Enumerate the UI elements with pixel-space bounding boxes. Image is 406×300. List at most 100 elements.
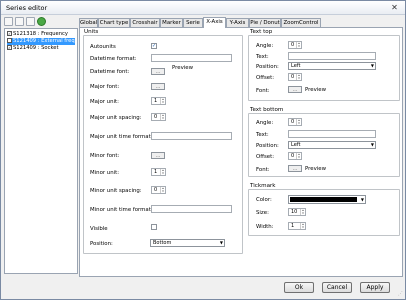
series-label: S121318 : Frequency [13, 31, 68, 37]
spin-arrows-icon[interactable]: ▴ ▾ [160, 169, 165, 175]
text-top-angle-value: 0 [291, 42, 295, 48]
text-top-position-label: Position: [256, 64, 279, 70]
autounits-checkbox[interactable]: ✓ [151, 43, 157, 49]
text-bottom-offset-label: Offset: [256, 154, 275, 160]
spin-arrows-icon[interactable]: ▴ ▾ [160, 98, 165, 104]
text-top-text-label: Text: [256, 54, 269, 60]
datetime-format-label: Datetime format: [90, 56, 137, 62]
tab-zoomcontrol[interactable]: ZoomControl [281, 18, 321, 27]
tickmark-size-value: 10 [291, 209, 298, 215]
text-bottom-angle-label: Angle: [256, 120, 274, 126]
visible-checkbox[interactable] [151, 224, 157, 230]
resize-grip-icon[interactable]: ⋰ [398, 291, 403, 297]
minor-unit-spacing-stepper[interactable]: 0 ▴ ▾ [151, 186, 166, 194]
text-bottom-position-select[interactable]: Left ▼ [288, 141, 376, 149]
tab-global[interactable]: Global [79, 18, 98, 27]
series-toolbar [4, 16, 79, 27]
spin-arrows-icon[interactable]: ▴ ▾ [160, 114, 165, 120]
chevron-down-icon: ▼ [219, 240, 223, 245]
series-item[interactable]: ✓ S121318 : Frequency [7, 31, 68, 38]
tab-marker[interactable]: Marker [160, 18, 183, 27]
major-unit-spacing-stepper[interactable]: 0 ▴ ▾ [151, 113, 166, 121]
tab-pie-donut[interactable]: Pie / Donut [249, 18, 281, 27]
series-label: S121409 : Socket [13, 45, 59, 51]
text-top-offset-label: Offset: [256, 75, 275, 81]
add-series-button[interactable] [4, 17, 13, 26]
color-swatch [290, 197, 357, 202]
spin-arrows-icon[interactable]: ▴ ▾ [300, 223, 305, 229]
text-bottom-text-label: Text: [256, 132, 269, 138]
tickmark-size-stepper[interactable]: 10 ▴ ▾ [288, 208, 306, 216]
text-bottom-font-button[interactable]: ... [288, 165, 302, 172]
text-bottom-offset-stepper[interactable]: 0 ▴ ▾ [288, 152, 302, 160]
series-checkbox[interactable]: ✓ [7, 45, 12, 50]
cancel-button[interactable]: Cancel [322, 282, 352, 293]
tickmark-width-stepper[interactable]: 1 ▴ ▾ [288, 222, 306, 230]
position-select[interactable]: Bottom ▼ [150, 239, 225, 247]
text-top-position-value: Left [291, 63, 301, 69]
text-bottom-text-input[interactable] [288, 130, 376, 138]
spin-arrows-icon[interactable]: ▴ ▾ [296, 42, 301, 48]
tab-chart-type[interactable]: Chart type [98, 18, 130, 27]
minor-font-label: Minor font: [90, 153, 120, 159]
text-bottom-position-label: Position: [256, 143, 279, 149]
chevron-down-icon: ▼ [370, 63, 374, 68]
series-checkbox[interactable]: ✓ [7, 31, 12, 36]
series-label: S121409 : External freq [13, 38, 75, 44]
text-bottom-font-label: Font: [256, 167, 270, 173]
tickmark-size-label: Size: [256, 210, 269, 216]
series-item[interactable]: ✓ S121409 : Socket [7, 45, 59, 52]
ok-button[interactable]: Ok [284, 282, 314, 293]
text-top-font-button[interactable]: ... [288, 86, 302, 93]
spin-arrows-icon[interactable]: ▴ ▾ [160, 187, 165, 193]
tab-x-axis[interactable]: X-Axis [203, 17, 226, 28]
minor-unit-label: Minor unit: [90, 170, 120, 176]
tab-strip: Global Chart type Crosshair Marker Serie… [79, 17, 403, 28]
series-checkbox[interactable]: ✓ [7, 38, 12, 43]
tickmark-color-select[interactable]: ▼ [288, 195, 366, 204]
minor-unit-stepper[interactable]: 1 ▴ ▾ [151, 168, 166, 176]
minor-font-button[interactable]: ... [151, 152, 165, 159]
spin-arrows-icon[interactable]: ▴ ▾ [296, 74, 301, 80]
position-value: Bottom [153, 240, 172, 246]
chevron-down-icon: ▼ [370, 142, 374, 147]
text-top-offset-stepper[interactable]: 0 ▴ ▾ [288, 73, 302, 81]
series-item[interactable]: ✓ S121409 : External freq [7, 38, 75, 45]
text-top-position-select[interactable]: Left ▼ [288, 62, 376, 70]
refresh-icon[interactable] [37, 17, 46, 26]
apply-button[interactable]: Apply [360, 282, 390, 293]
major-unit-value: 1 [154, 98, 158, 104]
autounits-label: Autounits [90, 44, 116, 50]
text-bottom-angle-value: 0 [291, 119, 295, 125]
edit-series-button[interactable] [26, 17, 35, 26]
position-label: Position: [90, 241, 113, 247]
tab-y-axis[interactable]: Y-Axis [226, 18, 249, 27]
spin-arrows-icon[interactable]: ▴ ▾ [296, 119, 301, 125]
tickmark-width-value: 1 [291, 223, 295, 229]
text-top-preview: Preview [305, 87, 326, 93]
datetime-font-label: Datetime font: [90, 69, 130, 75]
major-font-button[interactable]: ... [151, 83, 165, 90]
text-top-text-input[interactable] [288, 52, 376, 60]
spin-arrows-icon[interactable]: ▴ ▾ [300, 209, 305, 215]
close-icon[interactable]: ✕ [390, 3, 399, 12]
major-unit-time-format-label: Major unit time format: [90, 134, 153, 140]
remove-series-button[interactable] [15, 17, 24, 26]
major-unit-time-format-input[interactable] [151, 132, 232, 140]
minor-unit-value: 1 [154, 169, 158, 175]
datetime-font-button[interactable]: ... [151, 68, 165, 75]
text-bottom-angle-stepper[interactable]: 0 ▴ ▾ [288, 118, 302, 126]
minor-unit-time-format-input[interactable] [151, 205, 232, 213]
datetime-format-input[interactable] [151, 54, 232, 62]
text-top-angle-stepper[interactable]: 0 ▴ ▾ [288, 41, 302, 49]
major-unit-spacing-value: 0 [154, 114, 158, 120]
major-font-label: Major font: [90, 84, 120, 90]
major-unit-stepper[interactable]: 1 ▴ ▾ [151, 97, 166, 105]
text-bottom-offset-value: 0 [291, 153, 295, 159]
tab-crosshair[interactable]: Crosshair [130, 18, 160, 27]
series-list: ✓ S121318 : Frequency ✓ S121409 : External… [4, 28, 78, 274]
major-unit-label: Major unit: [90, 99, 119, 105]
spin-arrows-icon[interactable]: ▴ ▾ [296, 153, 301, 159]
tab-serie[interactable]: Serie [183, 18, 203, 27]
minor-unit-spacing-label: Minor unit spacing: [90, 188, 142, 194]
